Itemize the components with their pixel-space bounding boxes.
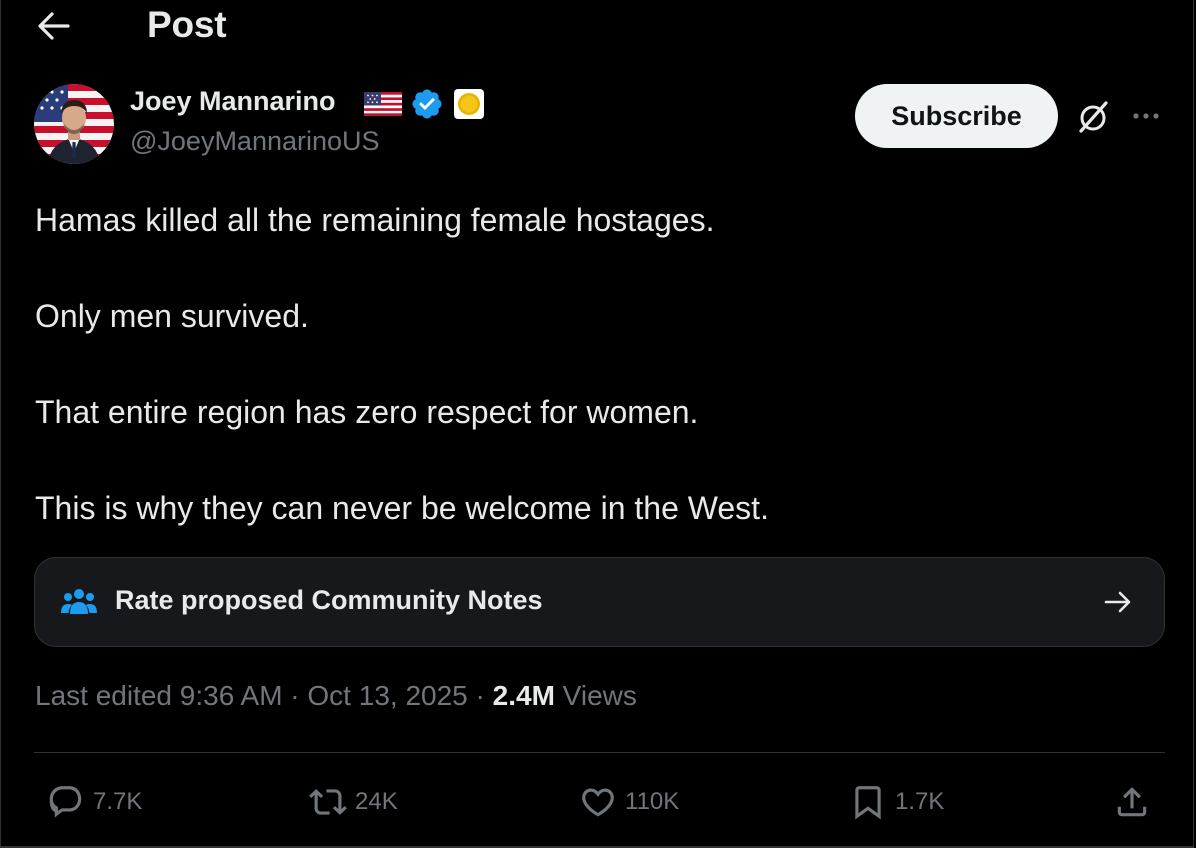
post-paragraph: Only men survived. — [35, 298, 309, 334]
bookmark-count: 1.7K — [895, 788, 945, 815]
grok-icon[interactable] — [1075, 98, 1113, 136]
bookmark-icon — [855, 786, 881, 820]
post-meta: Last edited 9:36 AM · Oct 13, 2025 · 2.4… — [35, 680, 637, 712]
post-paragraph: That entire region has zero respect for … — [35, 394, 699, 430]
divider — [34, 752, 1165, 753]
like-count: 110K — [625, 788, 680, 815]
us-flag-icon — [364, 92, 402, 116]
more-horizontal-icon[interactable] — [1127, 100, 1165, 132]
separator: · — [475, 680, 485, 711]
repost-icon — [309, 789, 347, 815]
share-icon — [1117, 787, 1147, 817]
author-name[interactable]: Joey Mannarino — [130, 86, 336, 117]
like-button[interactable]: 110K — [579, 780, 679, 824]
reply-button[interactable]: 7.7K — [47, 780, 142, 824]
community-notes-card[interactable]: Rate proposed Community Notes — [34, 557, 1165, 647]
repost-button[interactable]: 24K — [309, 780, 398, 824]
separator: · — [290, 680, 300, 711]
views-label: Views — [562, 680, 637, 711]
edited-label[interactable]: Last edited — [35, 680, 172, 711]
bookmark-button[interactable]: 1.7K — [849, 780, 944, 824]
verified-badge-icon[interactable] — [410, 87, 444, 121]
post-time[interactable]: 9:36 AM — [180, 680, 283, 711]
views-count[interactable]: 2.4M — [493, 680, 555, 711]
heart-icon — [582, 788, 614, 817]
subscribe-button[interactable]: Subscribe — [855, 84, 1058, 148]
reply-count: 7.7K — [93, 788, 143, 815]
post-date[interactable]: Oct 13, 2025 — [307, 680, 467, 711]
arrow-left-icon — [38, 12, 70, 40]
community-notes-label: Rate proposed Community Notes — [115, 585, 543, 615]
post-text: Hamas killed all the remaining female ho… — [35, 196, 1155, 532]
arrow-right-icon — [1104, 591, 1131, 613]
repost-count: 24K — [355, 788, 398, 815]
share-button[interactable] — [1113, 780, 1151, 824]
post-detail-view: Post Joey Mannarino @JoeyMannarinoUS Sub… — [0, 0, 1194, 848]
author-handle[interactable]: @JoeyMannarinoUS — [130, 126, 380, 157]
avatar-image — [34, 84, 114, 164]
post-paragraph: This is why they can never be welcome in… — [35, 490, 769, 526]
back-button[interactable] — [31, 6, 75, 46]
people-icon — [61, 589, 97, 614]
reply-icon — [49, 786, 82, 818]
avatar[interactable] — [34, 84, 114, 164]
post-paragraph: Hamas killed all the remaining female ho… — [35, 202, 715, 238]
affiliate-badge-icon[interactable] — [453, 88, 485, 120]
page-header: Post — [1, 0, 1193, 56]
page-title: Post — [147, 4, 227, 45]
